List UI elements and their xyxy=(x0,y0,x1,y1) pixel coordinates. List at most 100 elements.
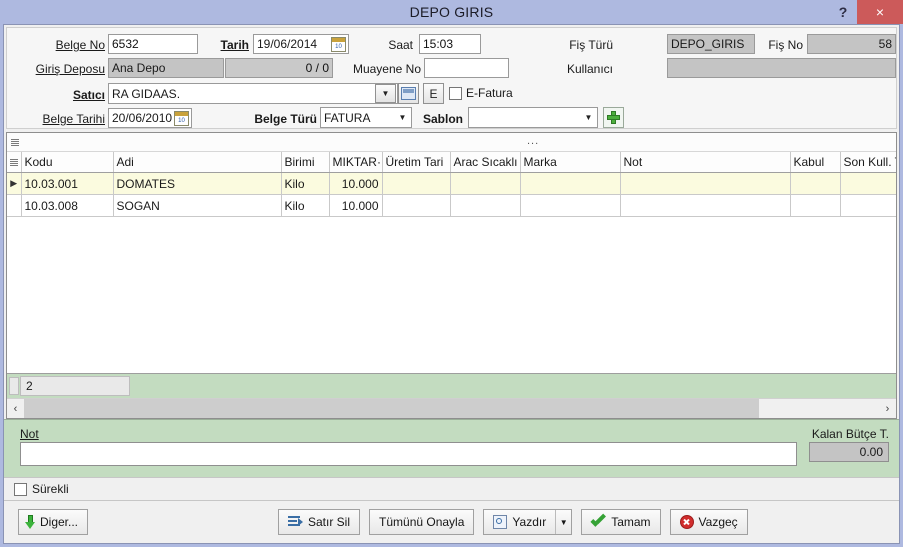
delete-row-icon xyxy=(288,516,303,528)
row-marker-icon[interactable] xyxy=(7,194,22,217)
scrollbar-track[interactable] xyxy=(24,399,879,418)
table-row[interactable]: ▶ 10.03.001 DOMATES Kilo 10.000 xyxy=(7,172,896,195)
cell-son_kull[interactable] xyxy=(840,194,896,217)
chevron-down-icon-2[interactable]: ▼ xyxy=(394,108,411,127)
satici-label: Satıcı xyxy=(72,88,105,102)
cell-arac_sicakligi[interactable] xyxy=(450,194,521,217)
cell-arac_sicakligi[interactable] xyxy=(450,172,521,195)
tumunu-onayla-button[interactable]: Tümünü Onayla xyxy=(369,509,475,535)
saat-label: Saat xyxy=(388,38,413,52)
grid-handle-icon-2[interactable] xyxy=(8,155,20,169)
fis-no-value: 58 xyxy=(807,34,896,54)
check-icon xyxy=(591,516,606,529)
budget-value: 0.00 xyxy=(809,442,889,462)
column-header-adi[interactable]: Adi xyxy=(113,152,282,173)
grid-horizontal-scrollbar[interactable]: ‹ › xyxy=(7,398,896,418)
header-form-panel: Belge No 6532 Tarih 19/06/2014 Saat 15:0… xyxy=(6,27,897,129)
cell-marka[interactable] xyxy=(520,172,621,195)
cell-son_kull[interactable] xyxy=(840,172,896,195)
muayene-no-input[interactable] xyxy=(424,58,509,78)
column-header-birimi[interactable]: Birimi xyxy=(281,152,330,173)
help-icon[interactable]: ? xyxy=(829,0,857,24)
saat-input[interactable]: 15:03 xyxy=(419,34,481,54)
column-header-kabul[interactable]: Kabul xyxy=(790,152,841,173)
table-row[interactable]: 10.03.008 SOGAN Kilo 10.000 xyxy=(7,194,896,217)
cell-miktar[interactable]: 10.000 xyxy=(329,172,383,195)
column-header-son_kull[interactable]: Son Kull. T xyxy=(840,152,896,173)
column-header-marka[interactable]: Marka xyxy=(520,152,621,173)
cancel-icon xyxy=(679,515,694,529)
surekli-checkbox[interactable] xyxy=(14,482,27,496)
tamam-button-label: Tamam xyxy=(611,515,651,529)
satir-sil-button-label: Satır Sil xyxy=(308,515,351,529)
vazgec-button[interactable]: Vazgeç xyxy=(669,509,748,535)
note-input[interactable] xyxy=(20,442,797,466)
cell-kodu[interactable]: 10.03.008 xyxy=(21,194,114,217)
cell-birimi[interactable]: Kilo xyxy=(281,194,330,217)
diger-button[interactable]: Diger... xyxy=(18,509,88,535)
diger-button-label: Diger... xyxy=(39,515,78,529)
belge-tarihi-input[interactable]: 20/06/2010 xyxy=(108,108,192,128)
chevron-down-icon[interactable]: ▼ xyxy=(375,84,396,103)
e-fatura-checkbox[interactable]: E-Fatura xyxy=(449,86,513,100)
tumunu-onayla-button-label: Tümünü Onayla xyxy=(379,515,465,529)
scroll-right-icon[interactable]: › xyxy=(879,399,896,418)
cell-kodu[interactable]: 10.03.001 xyxy=(21,172,114,195)
belge-no-input[interactable]: 6532 xyxy=(108,34,198,54)
table-header-row: Kodu Adi Birimi MIKTAR· Üretim Tari Arac Sıca… xyxy=(7,152,896,173)
cell-adi[interactable]: SOGAN xyxy=(113,194,282,217)
e-fatura-label: E-Fatura xyxy=(466,86,513,100)
tarih-value: 19/06/2014 xyxy=(257,37,318,51)
cell-birimi[interactable]: Kilo xyxy=(281,172,330,195)
belge-turu-select[interactable]: FATURA ▼ xyxy=(320,107,412,128)
add-sablon-button[interactable] xyxy=(603,107,624,128)
note-label-text: Not xyxy=(20,427,39,441)
kullanici-label: Kullanıcı xyxy=(566,62,613,76)
row-handle-header xyxy=(7,152,22,173)
cell-not[interactable] xyxy=(620,172,791,195)
column-header-uretim_tarihi[interactable]: Üretim Tari xyxy=(382,152,451,173)
cell-kabul[interactable] xyxy=(790,194,841,217)
cell-adi[interactable]: DOMATES xyxy=(113,172,282,195)
calendar-icon-2[interactable] xyxy=(174,110,189,126)
belge-turu-value: FATURA xyxy=(324,110,371,125)
depo-oran-value: 0 / 0 xyxy=(225,58,333,78)
tamam-button[interactable]: Tamam xyxy=(581,509,661,535)
vazgec-button-label: Vazgeç xyxy=(698,515,738,529)
e-button[interactable]: E xyxy=(423,83,444,104)
grid-ellipsis-label[interactable]: ... xyxy=(527,135,539,147)
satici-lookup-button[interactable] xyxy=(398,83,419,104)
grid-handle-icon[interactable] xyxy=(9,135,21,149)
column-header-kodu[interactable]: Kodu xyxy=(21,152,114,173)
column-header-arac_sicakligi[interactable]: Arac Sıcaklı xyxy=(450,152,521,173)
sablon-select[interactable]: ▼ xyxy=(468,107,598,128)
column-header-miktar[interactable]: MIKTAR· xyxy=(329,152,383,173)
giris-deposu-input[interactable]: Ana Depo xyxy=(108,58,224,78)
tarih-input[interactable]: 19/06/2014 xyxy=(253,34,349,54)
belge-turu-label: Belge Türü xyxy=(254,112,317,126)
e-fatura-checkbox-box[interactable] xyxy=(449,86,462,100)
fis-turu-label: Fiş Türü xyxy=(569,38,613,52)
kullanici-value xyxy=(667,58,896,78)
chevron-down-icon-3[interactable]: ▼ xyxy=(580,108,597,127)
cell-marka[interactable] xyxy=(520,194,621,217)
scroll-left-icon[interactable]: ‹ xyxy=(7,399,24,418)
belge-tarihi-value: 20/06/2010 xyxy=(112,111,173,125)
satir-sil-button[interactable]: Satır Sil xyxy=(278,509,361,535)
cell-kabul[interactable] xyxy=(790,172,841,195)
row-marker-icon[interactable]: ▶ xyxy=(7,172,22,195)
close-icon[interactable]: × xyxy=(857,0,903,24)
satici-input[interactable]: RA GIDAAS. ▼ xyxy=(108,83,398,104)
button-bar: Diger... Satır Sil Tümünü Onayla Yazdır … xyxy=(4,500,899,543)
yazdir-dropdown-arrow-icon[interactable]: ▼ xyxy=(555,510,571,534)
cell-not[interactable] xyxy=(620,194,791,217)
cell-uretim_tarihi[interactable] xyxy=(382,194,451,217)
yazdir-button[interactable]: Yazdır ▼ xyxy=(483,509,573,535)
lookup-icon xyxy=(401,87,416,100)
column-header-not[interactable]: Not xyxy=(620,152,791,173)
fis-turu-value: DEPO_GIRIS xyxy=(667,34,755,54)
scrollbar-thumb[interactable] xyxy=(24,399,760,418)
cell-miktar[interactable]: 10.000 xyxy=(329,194,383,217)
budget-label: Kalan Bütçe T. xyxy=(811,427,889,441)
cell-uretim_tarihi[interactable] xyxy=(382,172,451,195)
